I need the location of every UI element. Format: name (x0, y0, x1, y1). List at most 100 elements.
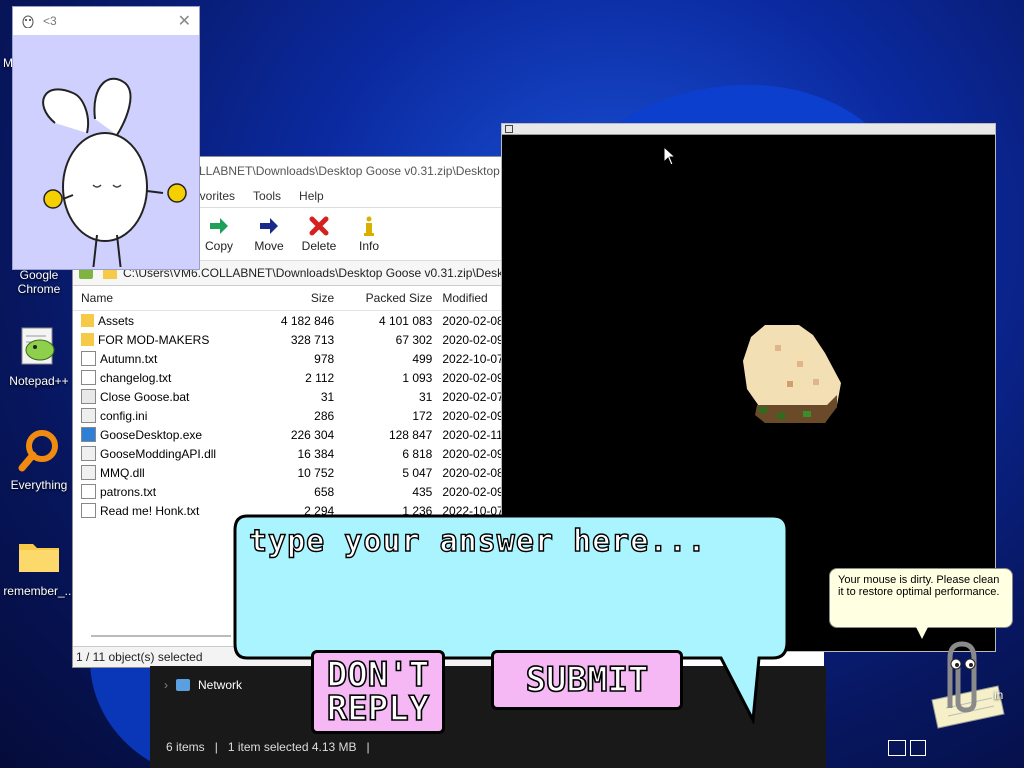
desktop-icon-label: Google Chrome (17, 268, 61, 296)
exe-file-icon (81, 427, 96, 442)
text-file-icon (81, 370, 96, 385)
view-toggle (888, 740, 926, 756)
info-icon (364, 216, 374, 236)
file-name-cell: Assets (73, 314, 236, 328)
file-name: FOR MOD-MAKERS (98, 332, 210, 347)
bunny-illustration (42, 77, 187, 272)
window-menu-icon[interactable] (505, 125, 513, 133)
close-icon[interactable]: ✕ (178, 11, 191, 31)
file-name: MMQ.dll (100, 465, 145, 480)
file-row[interactable]: Assets 4 182 846 4 101 083 2020-02-08 (73, 311, 513, 330)
copy-button[interactable]: Copy (201, 216, 237, 253)
answer-dialog: type your answer here... DON'T REPLY SUB… (233, 512, 789, 734)
chevron-right-icon[interactable]: › (164, 678, 168, 692)
file-name: config.ini (100, 408, 148, 423)
submit-label: SUBMIT (525, 660, 649, 700)
status-separator: | (214, 740, 218, 754)
file-size: 978 (314, 351, 335, 366)
copy-label: Copy (204, 238, 233, 253)
file-rows: Assets 4 182 846 4 101 083 2020-02-08 FOR MO… (73, 311, 513, 520)
info-button[interactable]: Info (351, 216, 387, 253)
desktop-icon-label: remember_... (3, 584, 75, 598)
file-packed-size: 4 101 083 (378, 313, 433, 328)
clippy-tooltip: Your mouse is dirty. Please clean it to … (829, 568, 1013, 639)
file-row[interactable]: Close Goose.bat 31 31 2020-02-07 (73, 387, 513, 406)
file-name-cell: config.ini (73, 408, 236, 423)
window-titlebar (502, 124, 995, 135)
dont-reply-line-2: REPLY (326, 689, 430, 729)
clippy-assistant[interactable] (912, 638, 1008, 730)
folder-icon (16, 534, 62, 580)
menu-help[interactable]: Help (299, 189, 324, 203)
file-name: Assets (98, 313, 135, 328)
desktop-icon-chrome[interactable]: Google Chrome (0, 268, 78, 296)
sidebar-item-network[interactable]: › Network (164, 678, 242, 692)
tiles-view-icon[interactable] (910, 740, 926, 756)
window-title: <3 (43, 14, 57, 28)
details-view-icon[interactable] (888, 740, 906, 756)
file-size: 16 384 (297, 446, 335, 461)
folder-icon (81, 333, 94, 346)
file-packed-size: 128 847 (388, 427, 433, 442)
answer-input[interactable]: type your answer here... (248, 523, 706, 559)
file-row[interactable]: GooseDesktop.exe 226 304 128 847 2020-02-11 (73, 425, 513, 444)
file-row[interactable]: changelog.txt 2 112 1 093 2020-02-09 (73, 368, 513, 387)
menu-tools[interactable]: Tools (253, 189, 281, 203)
file-name: changelog.txt (100, 370, 172, 385)
ini-file-icon (81, 408, 96, 423)
file-name-cell: Read me! Honk.txt (73, 503, 236, 518)
file-row[interactable]: MMQ.dll 10 752 5 047 2020-02-08 (73, 463, 513, 482)
file-name-cell: MMQ.dll (73, 465, 236, 480)
file-row[interactable]: Autumn.txt 978 499 2022-10-07 (73, 349, 513, 368)
delete-x-icon (309, 216, 329, 235)
file-row[interactable]: GooseModdingAPI.dll 16 384 6 818 2020-02-09 (73, 444, 513, 463)
file-name: GooseModdingAPI.dll (100, 446, 217, 461)
file-size: 286 (314, 408, 335, 423)
file-packed-size: 5 047 (402, 465, 433, 480)
column-size[interactable]: Size (236, 291, 334, 305)
bunny-image-window[interactable]: <3 ✕ (12, 6, 200, 272)
move-button[interactable]: Move (251, 216, 287, 253)
file-name-cell: patrons.txt (73, 484, 236, 499)
file-packed-size: 31 (418, 389, 433, 404)
file-size: 10 752 (297, 465, 335, 480)
dont-reply-button[interactable]: DON'T REPLY (311, 650, 445, 734)
mouse-cursor-icon (663, 146, 677, 166)
file-row[interactable]: patrons.txt 658 435 2020-02-09 (73, 482, 513, 501)
window-titlebar: <3 ✕ (13, 7, 199, 35)
folder-icon (81, 314, 94, 327)
horizontal-scrollbar[interactable] (91, 635, 231, 637)
file-packed-size: 1 093 (402, 370, 433, 385)
network-icon (176, 679, 190, 691)
text-file-icon (81, 484, 96, 499)
file-row[interactable]: config.ini 286 172 2020-02-09 (73, 406, 513, 425)
text-file-icon (81, 503, 96, 518)
explorer-status-bar: 6 items | 1 item selected 4.13 MB | (166, 740, 370, 754)
file-packed-size: 6 818 (402, 446, 433, 461)
desktop-icon-notepad-plus-plus[interactable]: Notepad++ (0, 324, 78, 388)
file-name: patrons.txt (100, 484, 157, 499)
file-list: Name Size Packed Size Modified Assets 4 1… (73, 286, 513, 520)
everything-search-icon (16, 428, 62, 474)
file-packed-size: 172 (412, 408, 433, 423)
file-packed-size: 499 (412, 351, 433, 366)
column-packed-size[interactable]: Packed Size (334, 291, 433, 305)
dll-file-icon (81, 446, 96, 461)
submit-button[interactable]: SUBMIT (491, 650, 683, 710)
column-name[interactable]: Name (73, 291, 236, 305)
desktop-icon-label: Notepad++ (9, 374, 69, 388)
file-row[interactable]: FOR MOD-MAKERS 328 713 67 302 2020-02-09 (73, 330, 513, 349)
copy-arrow-icon (210, 217, 228, 234)
selection-info: 1 item selected 4.13 MB (227, 740, 357, 754)
desktop-icon-remember-folder[interactable]: remember_... (0, 534, 78, 598)
file-size: 658 (314, 484, 335, 499)
file-size: 4 182 846 (280, 313, 335, 328)
file-size: 2 112 (305, 370, 335, 385)
delete-button[interactable]: Delete (301, 216, 337, 253)
file-name: GooseDesktop.exe (100, 427, 203, 442)
desktop-icon-everything[interactable]: Everything (0, 428, 78, 492)
file-name: Read me! Honk.txt (100, 503, 200, 518)
item-count: 6 items (166, 740, 205, 754)
move-label: Move (254, 238, 284, 253)
file-name: Close Goose.bat (100, 389, 190, 404)
